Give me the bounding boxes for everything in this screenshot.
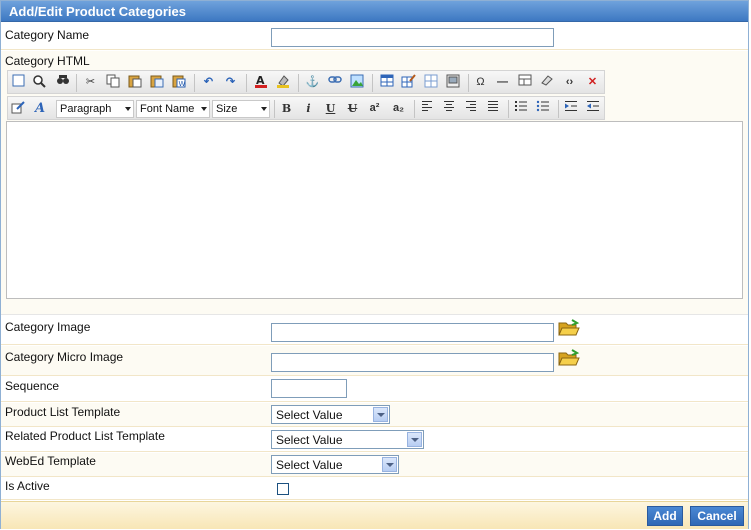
form-footer: Add Cancel	[1, 501, 748, 529]
product-list-template-select[interactable]: Select Value	[271, 405, 390, 424]
source-icon[interactable]	[10, 74, 27, 91]
anchor-icon[interactable]: ⚓	[304, 74, 321, 91]
toolbar-separator	[194, 74, 195, 92]
preview-icon[interactable]	[30, 74, 47, 91]
table-icon[interactable]	[378, 74, 395, 91]
superscript-icon[interactable]: a²	[366, 100, 383, 117]
font-name-dropdown[interactable]: Font Name	[136, 100, 210, 118]
bulleted-list-icon[interactable]	[534, 100, 551, 117]
category-micro-image-input[interactable]	[271, 353, 554, 372]
align-justify-icon[interactable]	[484, 100, 501, 117]
category-image-label: Category Image	[5, 320, 91, 334]
font-size-dropdown[interactable]: Size	[212, 100, 270, 118]
category-name-input[interactable]	[271, 28, 554, 47]
category-image-input[interactable]	[271, 323, 554, 342]
related-product-list-template-label: Related Product List Template	[5, 429, 165, 443]
cells-icon[interactable]	[422, 74, 439, 91]
svg-text:W: W	[178, 80, 185, 88]
toolbar-separator	[76, 74, 77, 92]
webed-template-row: WebEd Template Select Value	[1, 453, 748, 477]
sequence-label: Sequence	[5, 379, 60, 393]
editor-toolbar-row-1: ✂ W ↶ ↷ A ⚓ Ω — ‹› ✕	[7, 70, 605, 94]
eraser-icon[interactable]	[538, 74, 555, 91]
special-char-icon[interactable]: Ω	[472, 74, 489, 91]
align-center-icon[interactable]	[440, 100, 457, 117]
find-icon[interactable]	[54, 74, 71, 91]
horizontal-rule-icon[interactable]: —	[494, 74, 511, 91]
subscript-icon[interactable]: a₂	[390, 100, 407, 117]
add-edit-category-panel: Add/Edit Product Categories Category Nam…	[0, 0, 749, 529]
is-active-row: Is Active	[1, 478, 748, 500]
bold-icon[interactable]: B	[278, 100, 295, 117]
undo-icon[interactable]: ↶	[200, 74, 217, 91]
align-right-icon[interactable]	[462, 100, 479, 117]
product-list-template-row: Product List Template Select Value	[1, 403, 748, 427]
format-dropdown[interactable]: Paragraph	[56, 100, 134, 118]
panel-title: Add/Edit Product Categories	[1, 1, 748, 22]
category-image-row: Category Image	[1, 316, 748, 345]
paste-icon[interactable]	[126, 74, 143, 91]
category-html-label: Category HTML	[5, 54, 90, 68]
table-edit-icon[interactable]	[400, 74, 417, 91]
code-icon[interactable]: ‹›	[561, 74, 578, 91]
underline-icon[interactable]: U	[322, 100, 339, 117]
product-list-template-label: Product List Template	[5, 405, 121, 419]
chevron-down-icon	[382, 457, 397, 472]
link-icon[interactable]	[326, 74, 343, 91]
related-product-list-template-select[interactable]: Select Value	[271, 430, 424, 449]
folder-open-icon[interactable]	[558, 349, 580, 366]
image-icon[interactable]	[348, 74, 365, 91]
is-active-label: Is Active	[5, 479, 50, 493]
toolbar-separator	[246, 74, 247, 92]
webed-template-label: WebEd Template	[5, 454, 96, 468]
paste-text-icon[interactable]	[148, 74, 165, 91]
category-name-row: Category Name	[1, 23, 748, 50]
editor-toolbar-row-2: A Paragraph Font Name Size B i U U a² a₂	[7, 96, 605, 120]
paste-word-icon[interactable]: W	[170, 74, 187, 91]
webed-template-select[interactable]: Select Value	[271, 455, 399, 474]
category-name-label: Category Name	[5, 28, 90, 42]
toolbar-separator	[414, 100, 415, 118]
add-button[interactable]: Add	[647, 506, 683, 526]
sequence-input[interactable]	[271, 379, 347, 398]
category-micro-image-row: Category Micro Image	[1, 346, 748, 376]
indent-icon[interactable]	[562, 100, 579, 117]
copy-icon[interactable]	[104, 74, 121, 91]
cut-icon[interactable]: ✂	[82, 74, 99, 91]
outdent-icon[interactable]	[584, 100, 601, 117]
chevron-down-icon	[407, 432, 422, 447]
related-product-list-template-row: Related Product List Template Select Val…	[1, 428, 748, 452]
strikethrough-icon[interactable]: U	[344, 100, 361, 117]
svg-text:A: A	[34, 101, 45, 114]
folder-open-icon[interactable]	[558, 319, 580, 336]
toolbar-separator	[298, 74, 299, 92]
toolbar-separator	[468, 74, 469, 92]
cancel-button[interactable]: Cancel	[690, 506, 744, 526]
numbered-list-icon[interactable]	[512, 100, 529, 117]
toolbar-separator	[558, 100, 559, 118]
toolbar-separator	[274, 100, 275, 118]
category-micro-image-label: Category Micro Image	[5, 350, 124, 364]
italic-icon[interactable]: i	[300, 100, 317, 117]
redo-icon[interactable]: ↷	[222, 74, 239, 91]
align-left-icon[interactable]	[418, 100, 435, 117]
frame-icon[interactable]	[444, 74, 461, 91]
chevron-down-icon	[373, 407, 388, 422]
bg-color-icon[interactable]	[274, 74, 291, 91]
delete-icon[interactable]: ✕	[584, 74, 601, 91]
toolbar-separator	[372, 74, 373, 92]
layer-icon[interactable]	[516, 74, 533, 91]
edit-icon[interactable]	[10, 100, 27, 117]
toolbar-separator	[508, 100, 509, 118]
sequence-row: Sequence	[1, 377, 748, 402]
style-icon[interactable]: A	[32, 100, 49, 117]
html-editor-area[interactable]	[6, 121, 743, 299]
text-color-icon[interactable]: A	[252, 74, 269, 91]
is-active-checkbox[interactable]	[277, 483, 289, 495]
